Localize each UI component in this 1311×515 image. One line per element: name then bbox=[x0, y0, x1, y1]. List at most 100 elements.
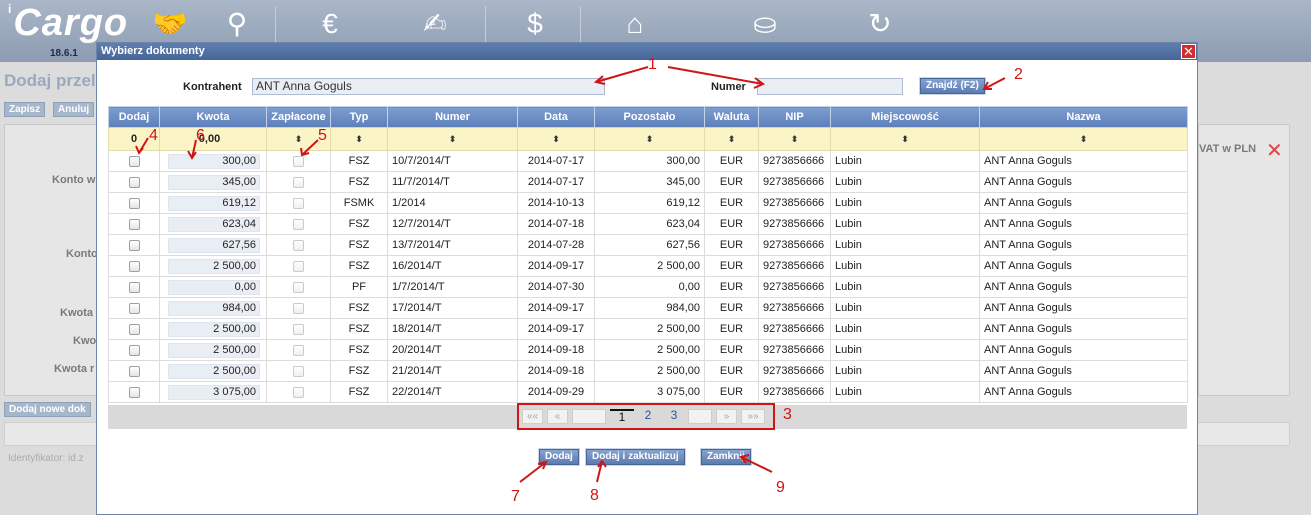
sort-icon-nip[interactable]: ⬍ bbox=[758, 127, 831, 151]
type-cell: FSZ bbox=[330, 234, 388, 256]
add-checkbox[interactable] bbox=[128, 302, 140, 314]
add-checkbox-cell[interactable] bbox=[108, 297, 160, 319]
signed-document-icon[interactable]: ✍ bbox=[410, 4, 460, 44]
amount-cell: 345,00 bbox=[159, 171, 267, 193]
kontrahent-field[interactable]: ANT Anna Goguls bbox=[252, 78, 605, 95]
add-checkbox-cell[interactable] bbox=[108, 276, 160, 298]
coins-icon[interactable]: ⛀ bbox=[740, 4, 790, 44]
add-checkbox[interactable] bbox=[128, 365, 140, 377]
magnifier-icon[interactable]: ⚲ bbox=[212, 4, 262, 44]
table-row[interactable]: 2 500,00 FSZ 20/2014/T 2014-09-18 2 500,00 EU… bbox=[108, 339, 1188, 361]
table-row[interactable]: 984,00 FSZ 17/2014/T 2014-09-17 984,00 EUR 927… bbox=[108, 297, 1188, 319]
amount-input[interactable]: 2 500,00 bbox=[168, 342, 260, 358]
sort-icon-pozostalo[interactable]: ⬍ bbox=[594, 127, 705, 151]
add-checkbox-cell[interactable] bbox=[108, 234, 160, 256]
close-button[interactable]: Zamknij bbox=[701, 449, 751, 465]
find-button[interactable]: Znajdź (F2) bbox=[920, 78, 985, 94]
sort-icon-typ[interactable]: ⬍ bbox=[330, 127, 388, 151]
add-checkbox-cell[interactable] bbox=[108, 150, 160, 172]
add-checkbox[interactable] bbox=[128, 323, 140, 335]
column-header-nip[interactable]: NIP bbox=[758, 106, 831, 128]
add-checkbox[interactable] bbox=[128, 155, 140, 167]
add-checkbox[interactable] bbox=[128, 260, 140, 272]
add-checkbox-cell[interactable] bbox=[108, 213, 160, 235]
sort-icon-numer[interactable]: ⬍ bbox=[387, 127, 518, 151]
amount-input[interactable]: 2 500,00 bbox=[168, 258, 260, 274]
annotation-2: 2 bbox=[1014, 66, 1023, 83]
paid-checkbox-cell bbox=[266, 276, 331, 298]
add-checkbox-cell[interactable] bbox=[108, 381, 160, 403]
invoice-euro-icon[interactable]: € bbox=[305, 4, 355, 44]
table-row[interactable]: 627,56 FSZ 13/7/2014/T 2014-07-28 627,56 EUR 9… bbox=[108, 234, 1188, 256]
add-checkbox-cell[interactable] bbox=[108, 255, 160, 277]
amount-input[interactable]: 345,00 bbox=[168, 174, 260, 190]
dialog-close-icon[interactable]: ✕ bbox=[1181, 44, 1196, 59]
numer-field[interactable] bbox=[757, 78, 903, 95]
column-header-data[interactable]: Data bbox=[517, 106, 595, 128]
nip-cell: 9273856666 bbox=[758, 381, 831, 403]
add-button[interactable]: Dodaj bbox=[539, 449, 579, 465]
amount-input[interactable]: 300,00 bbox=[168, 153, 260, 169]
column-header-waluta[interactable]: Waluta bbox=[704, 106, 759, 128]
table-row[interactable]: 2 500,00 FSZ 21/2014/T 2014-09-18 2 500,00 EU… bbox=[108, 360, 1188, 382]
name-cell: ANT Anna Goguls bbox=[979, 339, 1188, 361]
background-add-document-button[interactable]: Dodaj nowe dok bbox=[4, 402, 91, 417]
add-checkbox[interactable] bbox=[128, 239, 140, 251]
amount-input[interactable]: 2 500,00 bbox=[168, 321, 260, 337]
table-row[interactable]: 623,04 FSZ 12/7/2014/T 2014-07-18 623,04 EUR 9… bbox=[108, 213, 1188, 235]
currency-cell: EUR bbox=[704, 276, 759, 298]
background-cancel-button[interactable]: Anuluj bbox=[53, 102, 95, 117]
table-row[interactable]: 2 500,00 FSZ 18/2014/T 2014-09-17 2 500,00 EU… bbox=[108, 318, 1188, 340]
background-save-button[interactable]: Zapisz bbox=[4, 102, 46, 117]
number-cell: 1/7/2014/T bbox=[387, 276, 518, 298]
column-header-kwota[interactable]: Kwota bbox=[159, 106, 267, 128]
remove-icon[interactable]: ✕ bbox=[1266, 138, 1283, 163]
amount-input[interactable]: 3 075,00 bbox=[168, 384, 260, 400]
app-logo[interactable]: iCargo bbox=[8, 2, 128, 45]
add-checkbox[interactable] bbox=[128, 344, 140, 356]
amount-input[interactable]: 2 500,00 bbox=[168, 363, 260, 379]
handshake-icon[interactable]: 🤝 bbox=[145, 4, 195, 44]
add-checkbox[interactable] bbox=[128, 176, 140, 188]
column-header-miejscowosc[interactable]: Miejscowość bbox=[830, 106, 980, 128]
add-checkbox-cell[interactable] bbox=[108, 192, 160, 214]
euro-refresh-icon[interactable]: ↻ bbox=[855, 4, 905, 44]
column-header-dodaj[interactable]: Dodaj bbox=[108, 106, 160, 128]
sort-icon-nazwa[interactable]: ⬍ bbox=[979, 127, 1188, 151]
add-checkbox-cell[interactable] bbox=[108, 360, 160, 382]
column-header-typ[interactable]: Typ bbox=[330, 106, 388, 128]
filter-row: 0 0,00 ⬍ ⬍ ⬍ ⬍ ⬍ ⬍ ⬍ ⬍ ⬍ bbox=[108, 127, 1188, 151]
type-cell: FSZ bbox=[330, 339, 388, 361]
amount-cell: 300,00 bbox=[159, 150, 267, 172]
add-checkbox[interactable] bbox=[128, 281, 140, 293]
sort-icon-miejscowosc[interactable]: ⬍ bbox=[830, 127, 980, 151]
column-header-numer[interactable]: Numer bbox=[387, 106, 518, 128]
column-header-pozostalo[interactable]: Pozostało bbox=[594, 106, 705, 128]
date-cell: 2014-09-17 bbox=[517, 318, 595, 340]
add-checkbox[interactable] bbox=[128, 218, 140, 230]
add-and-update-button[interactable]: Dodaj i zaktualizuj bbox=[586, 449, 685, 465]
add-checkbox-cell[interactable] bbox=[108, 171, 160, 193]
amount-input[interactable]: 0,00 bbox=[168, 279, 260, 295]
table-row[interactable]: 345,00 FSZ 11/7/2014/T 2014-07-17 345,00 EUR 9… bbox=[108, 171, 1188, 193]
add-checkbox[interactable] bbox=[128, 386, 140, 398]
amount-input[interactable]: 619,12 bbox=[168, 195, 260, 211]
column-header-nazwa[interactable]: Nazwa bbox=[979, 106, 1188, 128]
money-bag-icon[interactable]: $ bbox=[510, 4, 560, 44]
amount-input[interactable]: 623,04 bbox=[168, 216, 260, 232]
amount-input[interactable]: 984,00 bbox=[168, 300, 260, 316]
table-row[interactable]: 3 075,00 FSZ 22/2014/T 2014-09-29 3 075,00 EU… bbox=[108, 381, 1188, 403]
paid-checkbox bbox=[293, 155, 304, 167]
amount-input[interactable]: 627,56 bbox=[168, 237, 260, 253]
table-row[interactable]: 619,12 FSMK 1/2014 2014-10-13 619,12 EUR 92738… bbox=[108, 192, 1188, 214]
table-row[interactable]: 300,00 FSZ 10/7/2014/T 2014-07-17 300,00 EUR 9… bbox=[108, 150, 1188, 172]
column-header-zaplacone[interactable]: Zapłacone bbox=[266, 106, 331, 128]
add-checkbox[interactable] bbox=[128, 197, 140, 209]
bank-icon[interactable]: ⌂ bbox=[610, 4, 660, 44]
table-row[interactable]: 0,00 PF 1/7/2014/T 2014-07-30 0,00 EUR 9273856… bbox=[108, 276, 1188, 298]
sort-icon-waluta[interactable]: ⬍ bbox=[704, 127, 759, 151]
table-row[interactable]: 2 500,00 FSZ 16/2014/T 2014-09-17 2 500,00 EU… bbox=[108, 255, 1188, 277]
sort-icon-data[interactable]: ⬍ bbox=[517, 127, 595, 151]
add-checkbox-cell[interactable] bbox=[108, 339, 160, 361]
add-checkbox-cell[interactable] bbox=[108, 318, 160, 340]
